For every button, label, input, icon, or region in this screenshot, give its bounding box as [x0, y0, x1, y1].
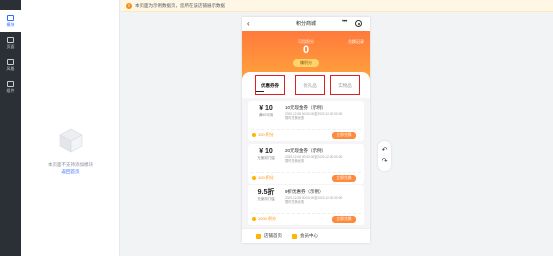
phone-nav-bar: ‹ 积分商城 •••: [242, 17, 370, 31]
category-tabs: 优惠券券 优礼品 实物品: [242, 72, 370, 98]
history-toolbar: ↶ ↷: [378, 141, 391, 171]
module-panel: 本页面不支持添加模块 返回首页: [21, 0, 120, 256]
brush-icon: [7, 59, 14, 65]
coupon-price: 100 积分: [252, 132, 274, 138]
tab-gifts[interactable]: 优礼品: [295, 75, 325, 95]
components-icon: [7, 81, 14, 87]
rail-item-modules[interactable]: 模块: [0, 10, 21, 32]
divider: [251, 172, 361, 173]
member-center-label: 会员中心: [300, 233, 318, 238]
empty-box-icon: [59, 128, 83, 153]
more-icon[interactable]: •••: [342, 19, 347, 25]
coupon-name: 20元现金券（示例）: [285, 148, 327, 153]
coupon-note: 限时兑换优惠: [285, 200, 305, 204]
price-text: 1000 积分: [258, 216, 277, 221]
coupon-amount: 9.5折: [257, 189, 275, 196]
tab-physical[interactable]: 实物品: [330, 75, 360, 95]
coupon-condition: 无使用门槛: [257, 156, 275, 160]
price-text: 100 积分: [258, 132, 274, 137]
home-icon: [256, 233, 261, 239]
coupon-note: 限时兑换优惠: [285, 159, 305, 163]
tab-active-indicator: [256, 91, 264, 92]
exchange-button[interactable]: 立即兑换: [332, 132, 356, 139]
bottom-bar: 店铺首页 会员中心: [242, 228, 370, 243]
left-rail: 模块 页面 风格 组件: [0, 0, 21, 256]
coin-icon: [252, 176, 256, 180]
coupon-name: 10元现金券（示例）: [285, 105, 327, 110]
rail-item-label: 组件: [6, 88, 15, 93]
rail-item-style[interactable]: 风格: [0, 54, 21, 76]
member-icon: [292, 233, 297, 239]
coupon-card[interactable]: ¥ 10 满60可用 10元现金券（示例） 2020.12.08 00:00:0…: [248, 101, 364, 141]
earn-points-button[interactable]: 赚积分: [293, 59, 319, 67]
coupon-amount: ¥ 10: [259, 105, 273, 112]
rail-item-pages[interactable]: 页面: [0, 32, 21, 54]
redo-icon[interactable]: ↷: [378, 158, 391, 166]
coupon-card[interactable]: ¥ 10 无使用门槛 20元现金券（示例） 2020.12.08 00:00:0…: [248, 144, 364, 184]
coupon-name: 9折优惠券（示例）: [285, 189, 324, 194]
price-text: 100 积分: [258, 175, 274, 180]
rail-item-components[interactable]: 组件: [0, 76, 21, 98]
coupon-price: 1000 积分: [252, 216, 276, 222]
record-icon[interactable]: [355, 20, 362, 27]
rail-item-label: 页面: [6, 44, 15, 49]
rail-item-label: 模块: [6, 22, 15, 27]
notice-text: 本页面为示例数据页，您所在该店铺展示数据: [135, 2, 225, 8]
exchange-record-link[interactable]: 兑换记录: [348, 39, 364, 44]
divider: [251, 129, 361, 130]
coupon-price: 100 积分: [252, 175, 274, 181]
points-value: 0: [302, 44, 310, 56]
shop-home-label: 店铺首页: [264, 233, 282, 238]
page-title: 积分商城: [295, 21, 316, 27]
coupon-value-block: 9.5折 无使用门槛: [251, 189, 281, 202]
phone-preview: ‹ 积分商城 ••• 可用积分 0 兑换记录 赚积分 优惠券券 优礼品 实物品 …: [242, 17, 370, 243]
rail-item-label: 风格: [6, 66, 15, 71]
divider: [251, 213, 361, 214]
back-home-link[interactable]: 返回首页: [21, 169, 120, 175]
coupon-amount: ¥ 10: [259, 148, 273, 155]
coupon-value-block: ¥ 10 无使用门槛: [251, 148, 281, 161]
exchange-button[interactable]: 立即兑换: [332, 175, 356, 182]
coin-icon: [252, 217, 256, 221]
pages-icon: [7, 37, 14, 43]
tab-coupons[interactable]: 优惠券券: [255, 75, 285, 95]
coupon-value-block: ¥ 10 满60可用: [251, 105, 281, 118]
member-center-button[interactable]: 会员中心: [292, 233, 318, 239]
exchange-button[interactable]: 立即兑换: [332, 216, 356, 223]
coupon-condition: 满60可用: [258, 113, 274, 117]
coupon-condition: 无使用门槛: [257, 197, 275, 201]
notice-bar: ! 本页面为示例数据页，您所在该店铺展示数据: [121, 0, 553, 12]
coupon-card[interactable]: 9.5折 无使用门槛 9折优惠券（示例） 2020.12.08 00:00:00…: [248, 185, 364, 225]
coin-icon: [252, 133, 256, 137]
warning-icon: !: [126, 2, 132, 9]
shop-home-button[interactable]: 店铺首页: [256, 233, 282, 239]
coupon-note: 限时兑换优惠: [285, 116, 305, 120]
empty-message: 本页面不支持添加模块: [48, 162, 93, 167]
undo-icon[interactable]: ↶: [378, 147, 391, 155]
modules-icon: [7, 15, 14, 21]
